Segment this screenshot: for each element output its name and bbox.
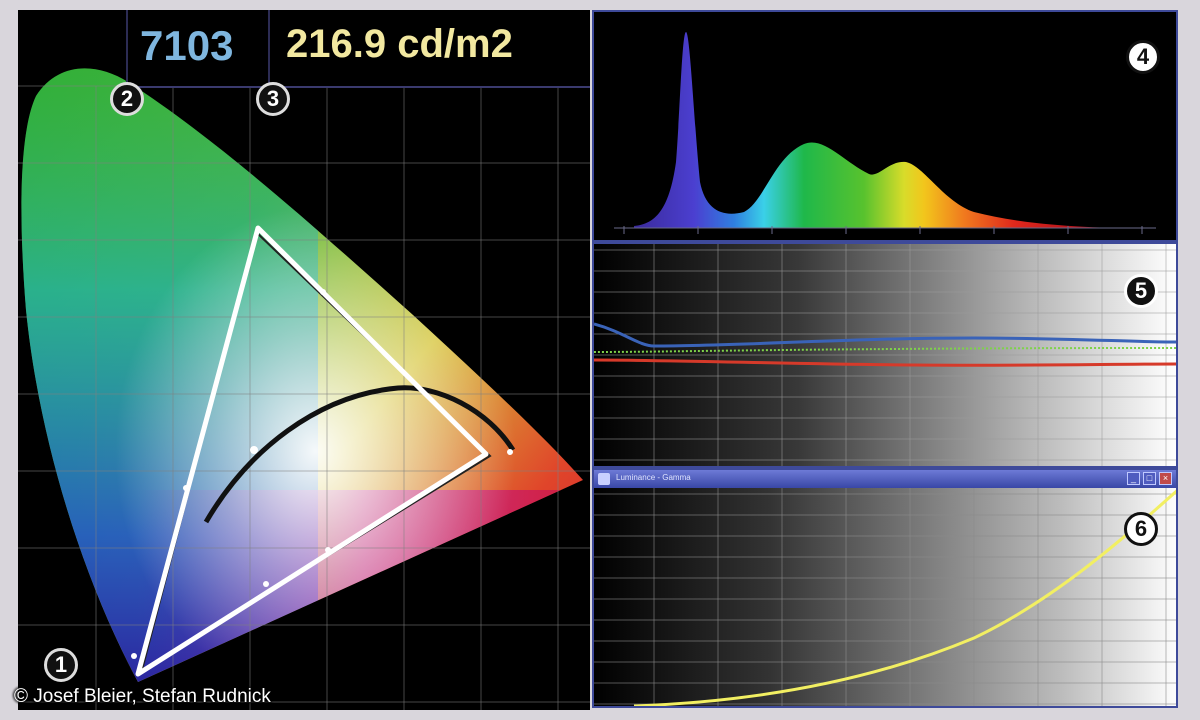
gamma-plot-area xyxy=(594,488,1176,706)
gamma-window: Luminance - Gamma _ □ × 6 xyxy=(592,468,1178,708)
cie-diagram xyxy=(18,68,590,710)
gamma-plot xyxy=(594,488,1176,706)
green-channel-line xyxy=(594,347,1176,353)
badge-chromaticity: 1 xyxy=(44,648,78,682)
window-app-icon xyxy=(598,473,610,485)
gamma-window-titlebar[interactable]: Luminance - Gamma _ □ × xyxy=(594,470,1176,488)
luminance-value: 216.9 cd/m2 xyxy=(286,22,513,66)
badge-rgb-balance: 5 xyxy=(1124,274,1158,308)
badge-spectrum: 4 xyxy=(1126,40,1160,74)
maximize-icon[interactable]: □ xyxy=(1143,472,1156,485)
gamma-window-title: Luminance - Gamma xyxy=(616,473,691,482)
badge-luminance: 3 xyxy=(256,82,290,116)
color-temperature-value: 7103 xyxy=(140,22,234,69)
cie-chromaticity-panel: 7103 216.9 cd/m2 2 3 1 xyxy=(18,10,590,710)
spectrum-plot xyxy=(614,32,1156,234)
close-icon[interactable]: × xyxy=(1159,472,1172,485)
readout-divider xyxy=(268,10,270,86)
blue-channel-line xyxy=(594,322,1176,348)
gamma-curve xyxy=(633,489,1176,706)
copyright-caption: © Josef Bleier, Stefan Rudnick xyxy=(14,686,271,707)
spectrum-curve xyxy=(634,32,1134,228)
minimize-icon[interactable]: _ xyxy=(1127,472,1140,485)
badge-gamma: 6 xyxy=(1124,512,1158,546)
rgb-balance-plot xyxy=(594,244,1176,466)
rgb-balance-panel: 5 xyxy=(592,242,1178,468)
red-channel-line xyxy=(594,358,1176,367)
spectrum-panel: 4 xyxy=(592,10,1178,242)
rgb-grid xyxy=(594,244,1176,466)
measurement-readout: 7103 216.9 cd/m2 xyxy=(126,10,590,88)
gamma-grid xyxy=(594,488,1176,706)
badge-color-temperature: 2 xyxy=(110,82,144,116)
